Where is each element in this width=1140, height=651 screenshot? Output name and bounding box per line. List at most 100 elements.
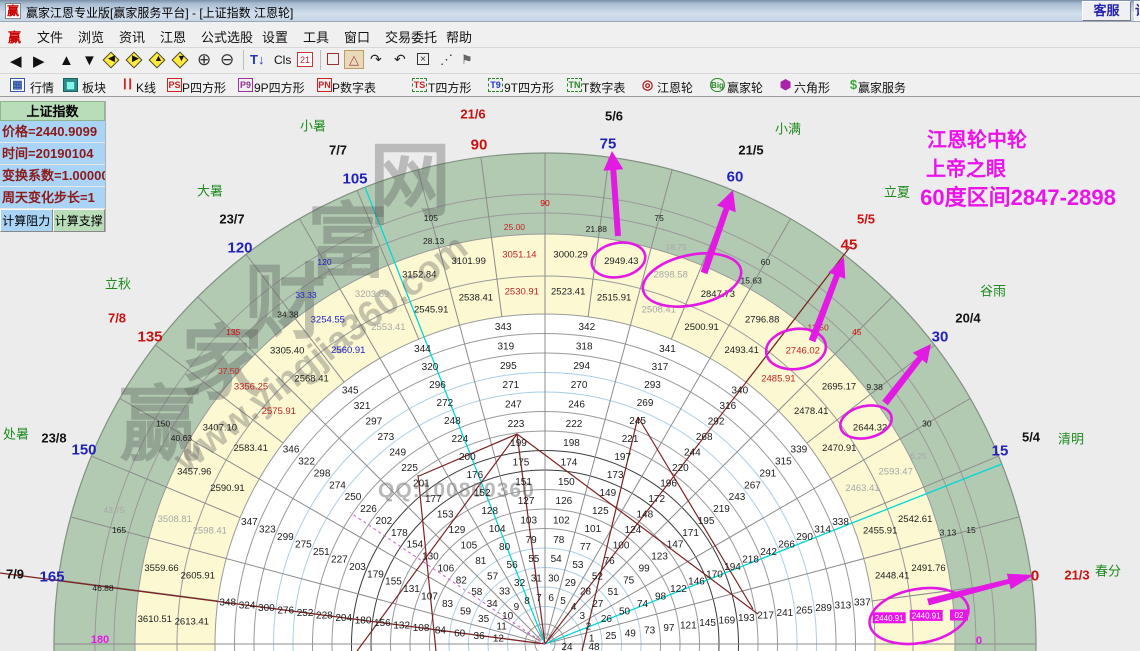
svg-text:145: 145 <box>699 618 716 629</box>
svg-text:344: 344 <box>414 344 431 355</box>
svg-text:337: 337 <box>854 598 871 609</box>
svg-text:43.75: 43.75 <box>103 505 125 515</box>
svg-text:246: 246 <box>568 400 585 411</box>
svg-text:3508.81: 3508.81 <box>158 514 192 525</box>
svg-text:271: 271 <box>503 380 520 391</box>
svg-text:28.13: 28.13 <box>423 236 445 246</box>
svg-text:46.88: 46.88 <box>92 583 114 593</box>
svg-text:342: 342 <box>578 322 595 333</box>
svg-text:11: 11 <box>496 622 507 633</box>
svg-text:59: 59 <box>460 607 472 618</box>
svg-text:201: 201 <box>413 478 430 489</box>
svg-text:294: 294 <box>573 361 590 372</box>
svg-text:2553.41: 2553.41 <box>371 322 405 333</box>
svg-text:2523.41: 2523.41 <box>551 286 585 297</box>
svg-text:网: 网 <box>369 136 451 227</box>
svg-text:204: 204 <box>335 613 352 624</box>
svg-text:74: 74 <box>637 599 649 610</box>
svg-text:175: 175 <box>513 458 530 469</box>
svg-text:8: 8 <box>524 596 530 607</box>
svg-text:222: 222 <box>566 419 583 430</box>
svg-text:165: 165 <box>112 525 126 535</box>
svg-text:107: 107 <box>421 592 438 603</box>
svg-text:199: 199 <box>510 438 527 449</box>
svg-text:108: 108 <box>413 623 430 634</box>
svg-text:36: 36 <box>474 631 486 642</box>
svg-text:248: 248 <box>444 416 461 427</box>
svg-text:34: 34 <box>487 599 499 610</box>
svg-text:339: 339 <box>791 445 808 456</box>
svg-text:27: 27 <box>592 599 604 610</box>
svg-text:125: 125 <box>592 506 609 517</box>
svg-text:26: 26 <box>601 614 613 625</box>
svg-text:149: 149 <box>599 488 616 499</box>
svg-text:272: 272 <box>437 398 454 409</box>
svg-text:2: 2 <box>586 622 592 633</box>
svg-text:276: 276 <box>277 605 294 616</box>
svg-text:2440.91: 2440.91 <box>912 611 941 620</box>
svg-text:320: 320 <box>422 362 439 373</box>
svg-text:170: 170 <box>706 569 723 580</box>
svg-text:48: 48 <box>588 642 600 651</box>
svg-text:152: 152 <box>474 488 491 499</box>
svg-text:51: 51 <box>608 587 620 598</box>
svg-text:2796.88: 2796.88 <box>745 314 779 325</box>
svg-text:343: 343 <box>495 322 512 333</box>
svg-text:2538.41: 2538.41 <box>459 292 493 303</box>
svg-text:220: 220 <box>672 463 689 474</box>
svg-text:270: 270 <box>571 380 588 391</box>
svg-text:82: 82 <box>456 575 468 586</box>
svg-text:148: 148 <box>636 509 653 520</box>
svg-text:7: 7 <box>536 593 542 604</box>
svg-text:193: 193 <box>738 613 755 624</box>
svg-text:49: 49 <box>625 628 637 639</box>
svg-text:21.88: 21.88 <box>586 224 608 234</box>
svg-text:3203.69: 3203.69 <box>355 289 389 300</box>
svg-text:315: 315 <box>775 457 792 468</box>
svg-text:202: 202 <box>376 516 393 527</box>
svg-text:346: 346 <box>283 445 300 456</box>
svg-text:6: 6 <box>548 593 554 604</box>
svg-text:30: 30 <box>548 574 560 585</box>
svg-text:3051.14: 3051.14 <box>502 249 536 260</box>
svg-text:321: 321 <box>354 401 371 412</box>
svg-text:268: 268 <box>696 432 713 443</box>
svg-text:102: 102 <box>553 516 570 527</box>
svg-text:297: 297 <box>366 417 383 428</box>
svg-text:151: 151 <box>515 477 532 488</box>
svg-text:2898.58: 2898.58 <box>654 269 688 280</box>
svg-text:2542.61: 2542.61 <box>898 514 932 525</box>
svg-text:249: 249 <box>389 448 406 459</box>
svg-text:196: 196 <box>660 478 677 489</box>
svg-text:314: 314 <box>814 525 831 536</box>
svg-text:40.63: 40.63 <box>171 433 193 443</box>
svg-text:2545.91: 2545.91 <box>414 304 448 315</box>
svg-text:12: 12 <box>493 633 505 644</box>
svg-text:54: 54 <box>551 554 563 565</box>
svg-text:56: 56 <box>507 560 519 571</box>
svg-text:217: 217 <box>757 611 774 622</box>
svg-text:347: 347 <box>241 517 258 528</box>
svg-text:244: 244 <box>684 448 701 459</box>
svg-text:228: 228 <box>316 611 333 622</box>
svg-text:9: 9 <box>514 602 520 613</box>
svg-text:224: 224 <box>452 434 469 445</box>
svg-text:135: 135 <box>226 327 240 337</box>
svg-text:45: 45 <box>852 327 862 337</box>
svg-text:32: 32 <box>514 578 526 589</box>
svg-text:33.33: 33.33 <box>295 290 317 300</box>
svg-text:290: 290 <box>796 532 813 543</box>
svg-text:3559.66: 3559.66 <box>144 563 178 574</box>
svg-text:275: 275 <box>295 539 312 550</box>
svg-text:73: 73 <box>644 626 656 637</box>
svg-text:218: 218 <box>742 554 759 565</box>
svg-text:60: 60 <box>454 628 466 639</box>
svg-text:2500.91: 2500.91 <box>684 322 718 333</box>
svg-text:105: 105 <box>461 540 478 551</box>
svg-text:52: 52 <box>592 571 604 582</box>
svg-text:252: 252 <box>297 608 314 619</box>
svg-text:198: 198 <box>563 438 580 449</box>
svg-text:4: 4 <box>571 602 577 613</box>
svg-text:194: 194 <box>724 562 741 573</box>
svg-text:33: 33 <box>499 587 511 598</box>
